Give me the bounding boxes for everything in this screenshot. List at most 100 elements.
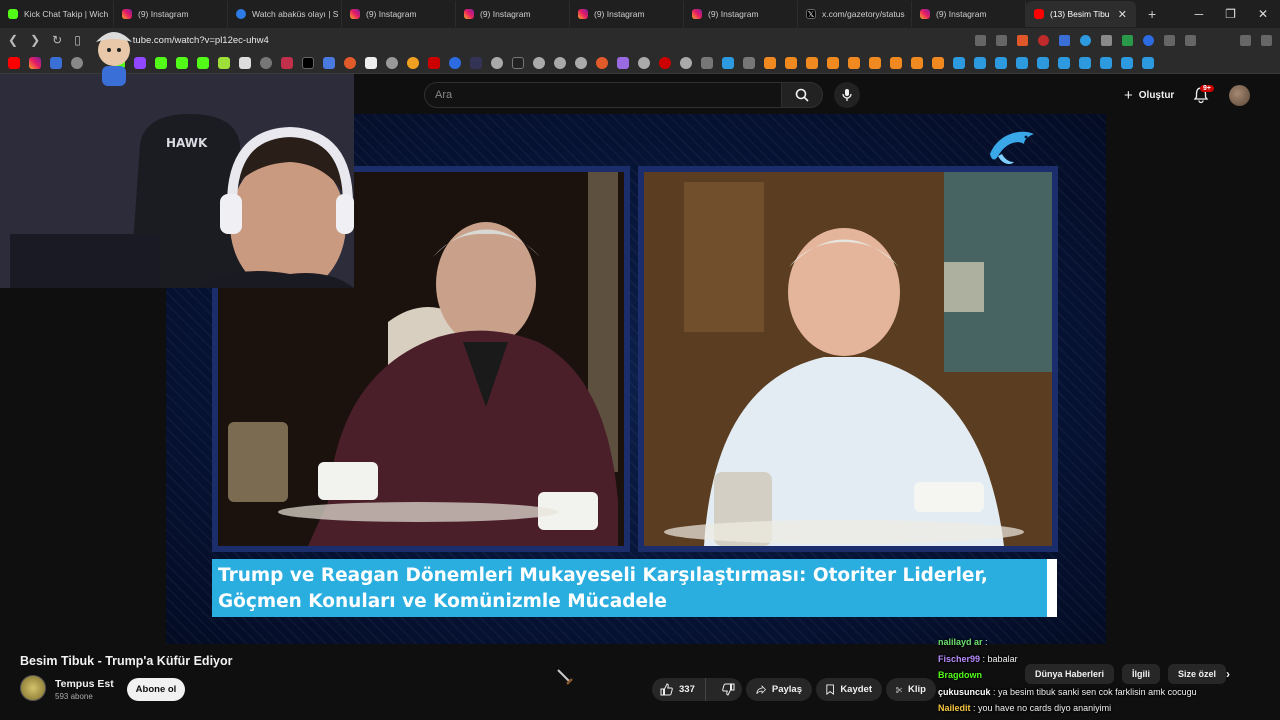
search-button[interactable]	[781, 82, 823, 108]
bookmark-icon[interactable]	[71, 56, 83, 69]
bookmark-icon[interactable]	[386, 56, 398, 69]
save-button[interactable]: Kaydet	[816, 678, 882, 701]
maximize-icon[interactable]: ❐	[1225, 7, 1236, 21]
steam-icon[interactable]	[1142, 56, 1154, 69]
extension-icon[interactable]	[1143, 34, 1154, 46]
instagram-icon[interactable]	[29, 56, 41, 69]
channel-name[interactable]: Tempus Est	[55, 678, 114, 690]
browser-tab[interactable]: (9) Instagram	[912, 1, 1026, 27]
youtube-icon[interactable]	[8, 56, 20, 69]
search-input[interactable]: Ara	[424, 82, 782, 108]
media-icon[interactable]	[1240, 34, 1251, 46]
steam-icon[interactable]	[1079, 56, 1091, 69]
bookmark-icon[interactable]	[554, 56, 566, 69]
bookmark-icon[interactable]	[785, 56, 797, 69]
voice-search-button[interactable]	[834, 82, 860, 108]
subscribe-button[interactable]: Abone ol	[127, 678, 185, 701]
bookmark-icon[interactable]	[239, 56, 251, 69]
back-icon[interactable]: ❮	[8, 33, 18, 47]
browser-tab[interactable]: 𝕏 x.com/gazetory/status	[798, 1, 912, 27]
search-icon	[795, 88, 809, 102]
close-icon[interactable]: ✕	[1118, 8, 1127, 21]
browser-tab-active[interactable]: (13) Besim Tibu ✕	[1026, 1, 1136, 27]
steam-icon[interactable]	[995, 56, 1007, 69]
steam-icon[interactable]	[953, 56, 965, 69]
browser-tab[interactable]: (9) Instagram	[684, 1, 798, 27]
bookmark-icon[interactable]	[449, 56, 461, 69]
bookmark-icon[interactable]	[638, 56, 650, 69]
create-button[interactable]: + Oluştur	[1116, 84, 1182, 106]
bookmark-icon[interactable]	[848, 56, 860, 69]
bookmark-icon[interactable]	[407, 56, 419, 69]
folder-icon[interactable]	[701, 56, 713, 69]
bookmark-icon[interactable]	[491, 56, 503, 69]
share-button[interactable]: Paylaş	[746, 678, 812, 701]
menu-icon[interactable]	[1261, 34, 1272, 46]
steam-icon[interactable]	[1037, 56, 1049, 69]
x-icon[interactable]	[302, 56, 314, 69]
url-field[interactable]: tube.com/watch?v=pl12ec-uhw4	[133, 35, 269, 46]
steam-icon[interactable]	[1100, 56, 1112, 69]
bookmark-icon[interactable]	[218, 56, 230, 69]
avatar[interactable]	[1229, 85, 1250, 106]
extension-icon[interactable]	[1038, 34, 1049, 46]
share-page-icon[interactable]	[996, 34, 1007, 46]
bookmark-icon[interactable]	[890, 56, 902, 69]
steam-icon[interactable]	[722, 56, 734, 69]
steam-icon[interactable]	[974, 56, 986, 69]
bookmark-icon[interactable]	[659, 56, 671, 69]
browser-tab[interactable]: (9) Instagram	[456, 1, 570, 27]
forward-icon[interactable]: ❯	[30, 33, 40, 47]
brave-shield-icon[interactable]	[1017, 34, 1028, 46]
extension-icon[interactable]	[1101, 34, 1112, 46]
bookmark-icon[interactable]: ▯	[74, 33, 81, 47]
bookmark-icon[interactable]	[743, 56, 755, 69]
clip-button[interactable]: Klip	[886, 678, 936, 701]
new-tab-button[interactable]: +	[1136, 6, 1168, 22]
bookmark-icon[interactable]	[323, 56, 335, 69]
puzzle-icon[interactable]	[1164, 34, 1175, 46]
reddit-icon[interactable]	[344, 56, 356, 69]
extension-icon[interactable]	[1080, 34, 1091, 46]
like-button[interactable]: 337	[652, 678, 706, 701]
bookmark-icon[interactable]	[533, 56, 545, 69]
kick-icon[interactable]	[155, 56, 167, 69]
bookmark-icon[interactable]	[680, 56, 692, 69]
reddit-icon[interactable]	[596, 56, 608, 69]
kick-icon[interactable]	[176, 56, 188, 69]
browser-tab[interactable]: (9) Instagram	[570, 1, 684, 27]
bookmark-icon[interactable]	[281, 56, 293, 69]
sidebar-icon[interactable]	[1185, 34, 1196, 46]
steam-icon[interactable]	[1016, 56, 1028, 69]
bookmark-icon[interactable]	[617, 56, 629, 69]
bookmark-icon[interactable]	[911, 56, 923, 69]
bookmark-icon[interactable]	[764, 56, 776, 69]
browser-tab[interactable]: Kick Chat Takip | Wich	[0, 1, 114, 27]
bookmark-icon[interactable]	[50, 56, 62, 69]
browser-tab[interactable]: (9) Instagram	[342, 1, 456, 27]
minimize-icon[interactable]: ─	[1195, 7, 1204, 21]
bookmark-icon[interactable]	[428, 56, 440, 69]
bookmark-icon[interactable]	[827, 56, 839, 69]
extension-icon[interactable]	[1059, 34, 1070, 46]
browser-tab[interactable]: Watch abaküs olayı | S	[228, 1, 342, 27]
channel-avatar[interactable]	[20, 675, 46, 701]
reload-icon[interactable]: ↻	[52, 33, 62, 47]
bookmark-icon[interactable]	[512, 56, 524, 69]
extension-icon[interactable]	[1122, 34, 1133, 46]
bookmark-icon[interactable]	[575, 56, 587, 69]
cast-icon[interactable]	[975, 34, 986, 46]
bookmark-icon[interactable]	[260, 56, 272, 69]
bookmark-icon[interactable]	[869, 56, 881, 69]
bookmark-icon[interactable]	[470, 56, 482, 69]
bookmark-icon[interactable]	[365, 56, 377, 69]
dislike-button[interactable]	[712, 678, 745, 701]
instagram-icon	[122, 9, 132, 19]
steam-icon[interactable]	[1121, 56, 1133, 69]
kick-icon[interactable]	[197, 56, 209, 69]
close-window-icon[interactable]: ✕	[1258, 7, 1268, 21]
bookmark-icon[interactable]	[932, 56, 944, 69]
steam-icon[interactable]	[1058, 56, 1070, 69]
bookmark-icon[interactable]	[806, 56, 818, 69]
browser-tab[interactable]: (9) Instagram	[114, 1, 228, 27]
